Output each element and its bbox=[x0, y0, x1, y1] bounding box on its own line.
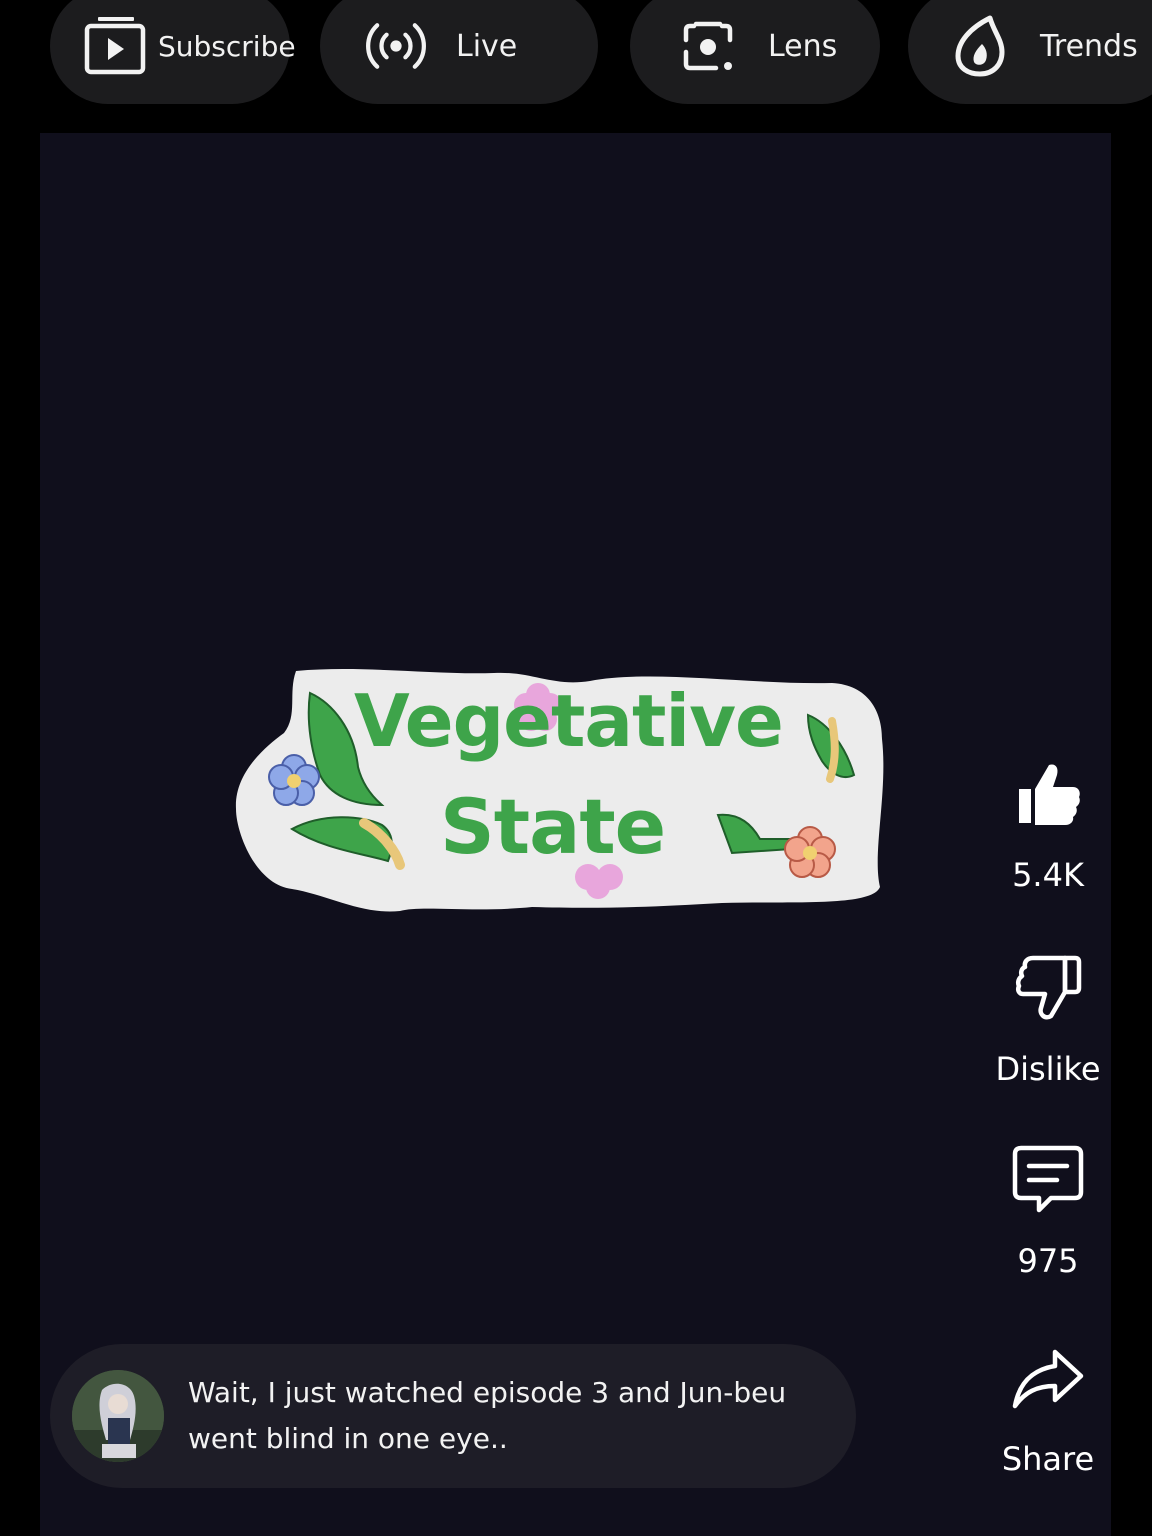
lens-chip[interactable]: Lens bbox=[630, 0, 880, 104]
commenter-avatar bbox=[72, 1370, 164, 1462]
comment-icon bbox=[1008, 1140, 1088, 1220]
live-chip[interactable]: Live bbox=[320, 0, 598, 104]
comments-button[interactable]: 975 bbox=[973, 1140, 1123, 1280]
comment-text: Wait, I just watched episode 3 and Jun-b… bbox=[188, 1376, 787, 1455]
subscriptions-icon bbox=[84, 14, 146, 78]
lens-camera-icon bbox=[676, 14, 740, 78]
trends-label: Trends bbox=[1040, 28, 1138, 64]
live-broadcast-icon bbox=[364, 14, 428, 78]
thumbs-up-icon bbox=[1008, 754, 1088, 834]
share-label: Share bbox=[1001, 1440, 1095, 1478]
trends-chip[interactable]: Trends bbox=[908, 0, 1152, 104]
like-button[interactable]: 5.4K bbox=[973, 754, 1123, 894]
share-button[interactable]: Share bbox=[973, 1338, 1123, 1478]
video-player[interactable]: Vegetative State bbox=[40, 133, 1111, 1536]
video-title-sticker: Vegetative State bbox=[232, 663, 888, 915]
subscribe-chip[interactable]: Subscribe bbox=[50, 0, 296, 104]
dislike-label: Dislike bbox=[995, 1050, 1101, 1088]
shorts-player-screen: Subscribe Live Lens Trends Vegetative St… bbox=[0, 0, 1152, 1536]
trending-flame-icon bbox=[948, 14, 1012, 78]
thumbs-down-icon bbox=[1008, 948, 1088, 1028]
like-count: 5.4K bbox=[1012, 856, 1084, 894]
share-arrow-icon bbox=[1008, 1338, 1088, 1418]
dislike-button[interactable]: Dislike bbox=[973, 948, 1123, 1088]
comment-count: 975 bbox=[1017, 1242, 1079, 1280]
live-label: Live bbox=[456, 28, 518, 64]
lens-label: Lens bbox=[768, 28, 838, 64]
subscribe-label: Subscribe bbox=[158, 29, 296, 63]
comment-preview[interactable]: Wait, I just watched episode 3 and Jun-b… bbox=[50, 1344, 856, 1488]
